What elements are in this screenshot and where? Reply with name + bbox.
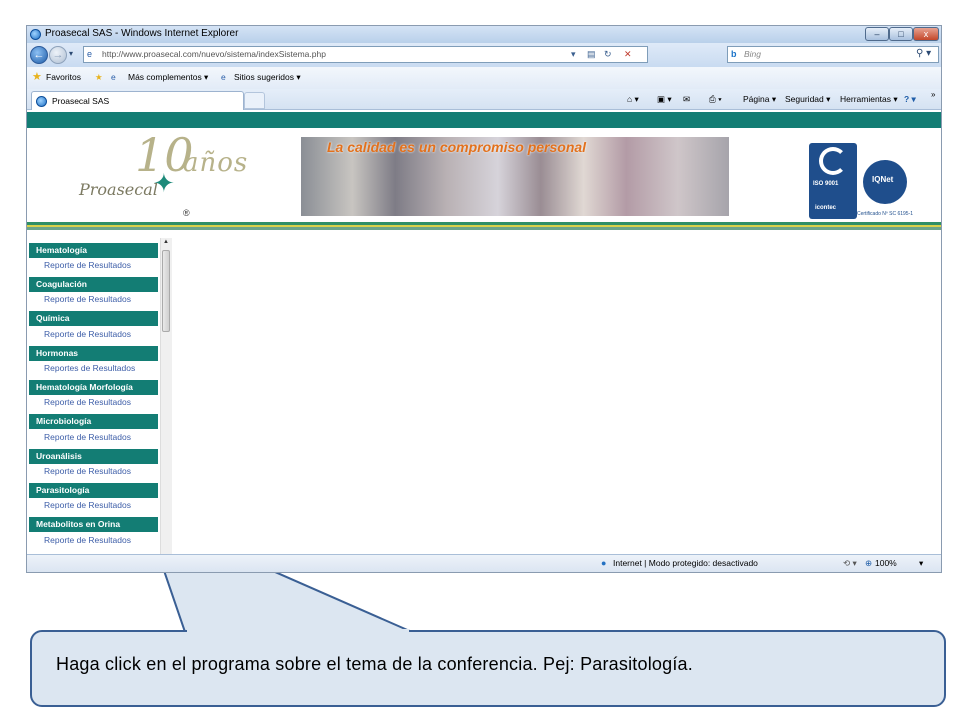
search-icon[interactable]: ⚲ ▾ xyxy=(916,48,931,59)
menu-section-metabolitos-orina[interactable]: Metabolitos en Orina xyxy=(29,517,158,532)
home-icon[interactable]: ⌂ ▾ xyxy=(627,94,639,105)
suggested-sites-link[interactable]: Sitios sugeridos ▾ xyxy=(234,72,301,83)
history-dropdown-icon[interactable]: ▾ xyxy=(69,49,73,58)
favorites-button[interactable]: Favoritos xyxy=(46,72,81,82)
menu-link-parasitologia-reporte[interactable]: Reporte de Resultados xyxy=(44,500,131,510)
menu-link-hematologia-reporte[interactable]: Reporte de Resultados xyxy=(44,260,131,270)
menu-section-hematologia[interactable]: Hematología xyxy=(29,243,158,258)
forward-button[interactable]: → xyxy=(49,46,67,64)
logo-anniversary-text: años xyxy=(183,148,249,178)
maximize-button[interactable]: □ xyxy=(889,27,913,41)
browser-window: Proasecal SAS - Windows Internet Explore… xyxy=(27,26,941,572)
back-button[interactable]: ← xyxy=(30,46,48,64)
top-green-band xyxy=(27,112,941,128)
menu-section-uroanalisis[interactable]: Uroanálisis xyxy=(29,449,158,464)
menu-link-metabolitos-reporte[interactable]: Reporte de Resultados xyxy=(44,535,131,545)
address-bar[interactable]: e http://www.proasecal.com/nuevo/sistema… xyxy=(83,46,648,63)
menu-link-microbiologia-reporte[interactable]: Reporte de Resultados xyxy=(44,432,131,442)
protected-mode-icon[interactable]: ⟲ ▾ xyxy=(843,558,857,569)
icontec-logo-icon xyxy=(819,147,847,175)
address-row: ← → ▾ e http://www.proasecal.com/nuevo/s… xyxy=(27,43,941,67)
search-box[interactable]: b Bing ⚲ ▾ xyxy=(727,46,939,63)
add-favorite-icon[interactable]: ★ xyxy=(95,72,103,83)
feeds-icon[interactable]: ▣ ▾ xyxy=(657,94,672,105)
site-header: 10 años ✦ Proasecal ® La calidad es un c… xyxy=(27,128,941,222)
menu-section-hematologia-morfologia[interactable]: Hematología Morfología xyxy=(29,380,158,395)
callout-instruction: Haga click en el programa sobre el tema … xyxy=(56,654,693,674)
chevron-right-icon[interactable]: » xyxy=(931,90,935,99)
title-bar: Proasecal SAS - Windows Internet Explore… xyxy=(27,26,941,43)
menu-link-coagulacion-reporte[interactable]: Reporte de Resultados xyxy=(44,294,131,304)
logo-name: Proasecal xyxy=(79,180,158,199)
scroll-up-icon[interactable]: ▲ xyxy=(163,239,169,245)
tab-label: Proasecal SAS xyxy=(52,96,110,106)
menu-link-morfologia-reporte[interactable]: Reporte de Resultados xyxy=(44,397,131,407)
menu-section-coagulacion[interactable]: Coagulación xyxy=(29,277,158,292)
status-bar: ● Internet | Modo protegido: desactivado… xyxy=(27,554,941,572)
sidebar-menu: Hematología Reporte de Resultados Coagul… xyxy=(27,238,172,554)
stop-icon[interactable]: ✕ xyxy=(624,49,632,60)
tab-proasecal[interactable]: Proasecal SAS xyxy=(31,91,244,110)
page-menu[interactable]: Página ▾ xyxy=(743,94,776,105)
header-divider-green xyxy=(27,227,941,230)
search-placeholder: Bing xyxy=(744,49,762,59)
close-button[interactable]: x xyxy=(913,27,939,41)
certificate-number: Certificado Nº SC 6195-1 xyxy=(857,211,914,217)
menu-link-uroanalisis-reporte[interactable]: Reporte de Resultados xyxy=(44,466,131,476)
suggested-sites-icon: e xyxy=(221,72,226,82)
tools-menu[interactable]: Herramientas ▾ xyxy=(840,94,898,105)
logo-registered: ® xyxy=(183,208,190,218)
banner-slogan: La calidad es un compromiso personal xyxy=(327,139,587,155)
bing-icon: b xyxy=(731,49,737,59)
security-menu[interactable]: Seguridad ▾ xyxy=(785,94,830,105)
menu-section-parasitologia[interactable]: Parasitología xyxy=(29,483,158,498)
dropdown-icon[interactable]: ▾ xyxy=(571,49,576,60)
addons-icon: e xyxy=(111,72,116,82)
icontec-label: icontec xyxy=(815,205,837,211)
refresh-icon[interactable]: ↻ xyxy=(604,49,612,60)
menu-section-microbiologia[interactable]: Microbiología xyxy=(29,414,158,429)
menu-link-quimica-reporte[interactable]: Reporte de Resultados xyxy=(44,329,131,339)
menu-scrollbar[interactable]: ▲ xyxy=(160,238,172,554)
iso-label: ISO 9001 xyxy=(813,181,839,187)
icontec-iso-seal: ISO 9001 icontec xyxy=(809,143,857,219)
menu-section-quimica[interactable]: Química xyxy=(29,311,158,326)
page-icon: e xyxy=(87,49,93,59)
compatibility-icon[interactable]: ▤ xyxy=(587,49,596,60)
zoom-icon: ⊕ xyxy=(865,558,873,568)
more-addons-link[interactable]: Más complementos ▾ xyxy=(128,72,208,83)
minimize-button[interactable]: – xyxy=(865,27,889,41)
ie-logo-icon xyxy=(30,29,41,40)
scrollbar-thumb[interactable] xyxy=(162,250,170,332)
zoom-dropdown-icon[interactable]: ▾ xyxy=(919,558,923,569)
internet-zone-icon: ● xyxy=(601,558,607,568)
header-banner-photo: La calidad es un compromiso personal xyxy=(301,137,729,216)
zoom-level[interactable]: 100% xyxy=(875,558,897,568)
tab-row: Proasecal SAS ⌂ ▾ ▣ ▾ ✉ ⎙ ▾ Página ▾ Seg… xyxy=(27,89,941,110)
iqnet-seal: IQNet xyxy=(863,160,907,204)
window-title: Proasecal SAS - Windows Internet Explore… xyxy=(45,28,239,39)
security-zone-text[interactable]: Internet | Modo protegido: desactivado xyxy=(613,558,758,568)
print-icon[interactable]: ⎙ ▾ xyxy=(709,94,722,105)
menu-section-hormonas[interactable]: Hormonas xyxy=(29,346,158,361)
menu-link-hormonas-reportes[interactable]: Reportes de Resultados xyxy=(44,363,135,373)
help-menu[interactable]: ? ▾ xyxy=(904,94,916,105)
favorites-bar: ★ Favoritos ★ e Más complementos ▾ e Sit… xyxy=(27,67,941,89)
new-tab-button[interactable] xyxy=(244,92,265,109)
mail-icon[interactable]: ✉ xyxy=(683,94,690,105)
favorites-star-icon: ★ xyxy=(32,71,42,83)
tab-favicon-icon xyxy=(36,96,47,107)
page-content: 10 años ✦ Proasecal ® La calidad es un c… xyxy=(27,110,941,554)
url-text[interactable]: http://www.proasecal.com/nuevo/sistema/i… xyxy=(102,49,326,59)
iqnet-label: IQNet xyxy=(872,175,894,184)
